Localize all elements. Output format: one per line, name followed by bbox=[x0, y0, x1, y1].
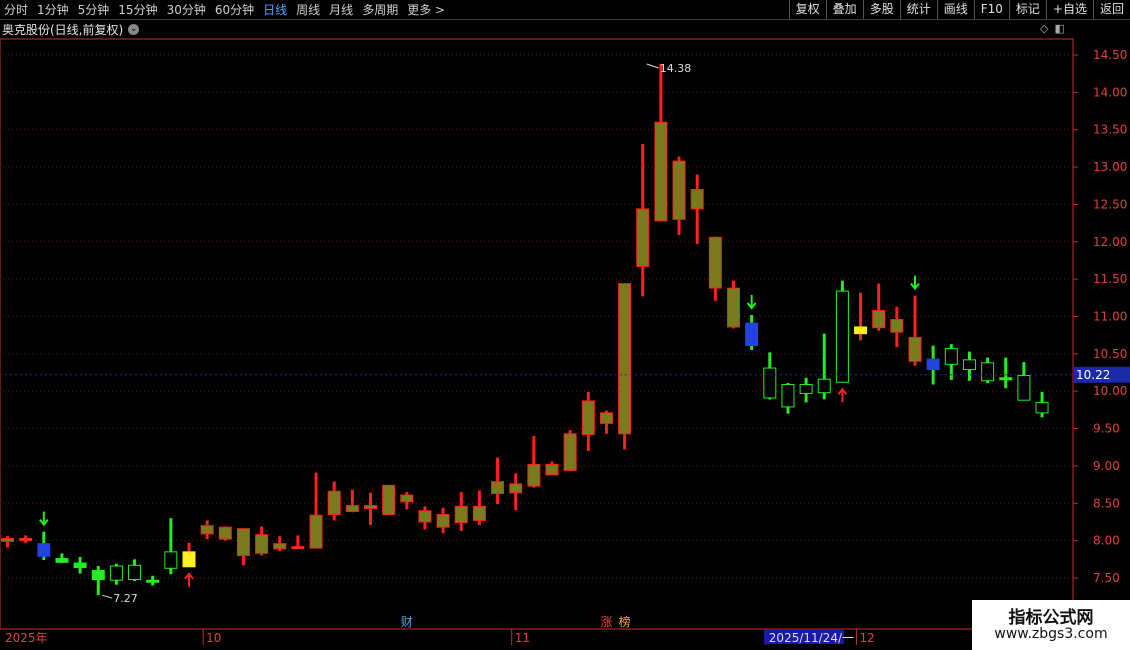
y-tick-label: 12.50 bbox=[1093, 197, 1127, 211]
down-arrow-icon bbox=[910, 275, 920, 291]
date-label: 11 bbox=[515, 631, 530, 645]
candle-body bbox=[37, 543, 51, 557]
candle-body bbox=[599, 412, 613, 424]
candle-body bbox=[382, 484, 396, 515]
date-label: 2025年 bbox=[5, 631, 48, 645]
candle-body bbox=[182, 551, 196, 568]
candle-body bbox=[563, 433, 577, 471]
candle-body bbox=[236, 528, 250, 557]
candle-body bbox=[745, 322, 759, 347]
candle-body bbox=[672, 160, 686, 220]
candle-body bbox=[400, 494, 414, 503]
candle-body bbox=[926, 358, 940, 371]
candle-body bbox=[636, 208, 650, 267]
event-tag: 财 bbox=[401, 615, 413, 629]
candle-body bbox=[273, 543, 287, 550]
candle-body bbox=[491, 481, 505, 495]
current-price-label: 10.22 bbox=[1076, 368, 1110, 382]
date-label: 10 bbox=[206, 631, 221, 645]
candle-body bbox=[218, 526, 232, 540]
event-tag: 榜 bbox=[619, 614, 631, 629]
y-tick-label: 7.50 bbox=[1093, 571, 1120, 585]
watermark-url: www.zbgs3.com bbox=[994, 626, 1108, 642]
candle-body bbox=[999, 377, 1013, 381]
watermark: 指标公式网 www.zbgs3.com bbox=[972, 600, 1130, 650]
low-label: 7.27 bbox=[113, 592, 138, 605]
up-arrow-icon bbox=[837, 387, 848, 403]
up-arrow-icon bbox=[184, 572, 194, 587]
candle-body bbox=[763, 367, 777, 399]
down-arrow-icon bbox=[746, 295, 757, 310]
candle-body bbox=[890, 318, 904, 333]
candle-body bbox=[327, 490, 341, 515]
y-tick-label: 14.00 bbox=[1093, 85, 1127, 99]
candle-body bbox=[109, 565, 123, 581]
candle-body bbox=[962, 359, 976, 371]
candle-body bbox=[527, 463, 541, 487]
y-tick-label: 9.00 bbox=[1093, 459, 1120, 473]
y-tick-label: 8.50 bbox=[1093, 496, 1120, 510]
y-tick-label: 13.50 bbox=[1093, 123, 1127, 137]
candle-body bbox=[908, 336, 922, 362]
candle-body bbox=[55, 558, 69, 563]
y-tick-label: 11.50 bbox=[1093, 272, 1127, 286]
date-label: 2025/11/24/一 bbox=[769, 631, 854, 645]
candle-body bbox=[981, 362, 995, 382]
candle-body bbox=[19, 537, 33, 541]
candle-body bbox=[817, 378, 831, 394]
candle-body bbox=[309, 514, 323, 549]
candle-body bbox=[1035, 401, 1049, 414]
y-tick-label: 11.00 bbox=[1093, 310, 1127, 324]
candle-body bbox=[581, 400, 595, 436]
candle-body bbox=[708, 236, 722, 289]
watermark-title: 指标公式网 bbox=[1008, 608, 1094, 628]
high-pointer bbox=[646, 63, 659, 69]
candle-body bbox=[454, 505, 468, 524]
candle-body bbox=[799, 383, 813, 394]
candle-body bbox=[345, 505, 359, 513]
date-label: 12 bbox=[860, 631, 875, 645]
candle-body bbox=[835, 290, 849, 383]
y-tick-label: 12.00 bbox=[1093, 235, 1127, 249]
candle-body bbox=[73, 562, 87, 569]
candle-body bbox=[618, 283, 632, 435]
candle-body bbox=[200, 525, 214, 535]
candle-body bbox=[781, 383, 795, 408]
candle-body bbox=[436, 513, 450, 528]
candle-body bbox=[255, 534, 269, 554]
candle-body bbox=[128, 564, 142, 580]
y-tick-label: 13.00 bbox=[1093, 160, 1127, 174]
down-arrow-icon bbox=[39, 511, 49, 527]
y-tick-label: 10.00 bbox=[1093, 384, 1127, 398]
candle-body bbox=[727, 287, 740, 328]
candle-body bbox=[854, 326, 868, 335]
candle-body bbox=[654, 121, 668, 222]
low-pointer bbox=[102, 594, 113, 599]
candle-body bbox=[164, 551, 178, 569]
candle-body bbox=[472, 505, 486, 521]
kline-chart[interactable]: 14.50 14.00 13.50 13.00 12.50 12.00 11.50 11.00… bbox=[0, 0, 1130, 650]
y-tick-label: 8.00 bbox=[1093, 534, 1120, 548]
y-tick-label: 10.50 bbox=[1093, 347, 1127, 361]
candle-body bbox=[418, 510, 432, 523]
candle-body bbox=[509, 483, 523, 494]
y-tick-label: 14.50 bbox=[1093, 48, 1127, 62]
candle-body bbox=[91, 570, 105, 580]
candle-body bbox=[872, 310, 886, 329]
candle-body bbox=[1017, 375, 1031, 401]
high-label: 14.38 bbox=[660, 62, 692, 75]
event-tag: 涨 bbox=[600, 614, 612, 629]
candle-body bbox=[291, 546, 305, 550]
candle-body bbox=[944, 348, 958, 365]
y-tick-label: 9.50 bbox=[1093, 422, 1120, 436]
candle-body bbox=[545, 463, 559, 476]
candle-body bbox=[146, 579, 160, 583]
candle-body bbox=[1, 537, 14, 542]
candle-body bbox=[364, 505, 377, 510]
candle-body bbox=[690, 188, 704, 210]
